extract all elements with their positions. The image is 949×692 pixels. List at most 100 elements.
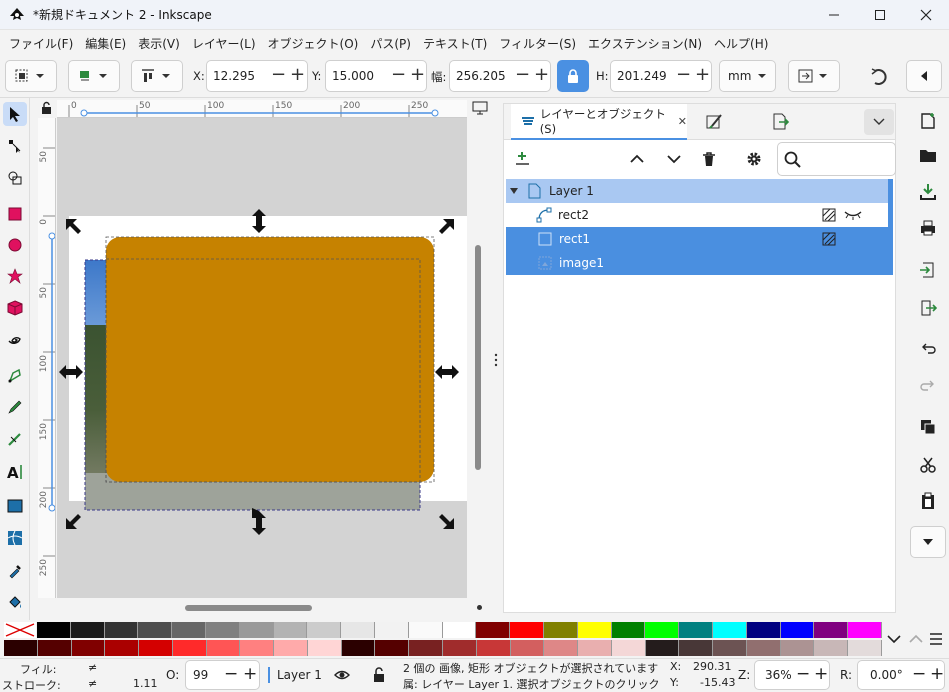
save-button[interactable] — [915, 179, 941, 205]
color-swatch[interactable] — [713, 622, 747, 638]
shape-builder-tool[interactable] — [3, 166, 27, 190]
color-swatch[interactable] — [172, 622, 206, 638]
clip-icon[interactable] — [822, 208, 836, 222]
height-increment-button[interactable]: + — [695, 66, 710, 84]
pen-tool[interactable] — [3, 363, 27, 387]
menu-text[interactable]: テキスト(T) — [417, 35, 493, 52]
color-swatch[interactable] — [780, 640, 815, 656]
color-swatch[interactable] — [104, 622, 139, 638]
snap-toggle[interactable] — [869, 68, 889, 86]
color-swatch[interactable] — [307, 640, 342, 656]
pencil-tool[interactable] — [3, 395, 27, 419]
clip-icon[interactable] — [822, 232, 836, 246]
color-swatch[interactable] — [578, 640, 612, 656]
tab-fill-stroke[interactable] — [704, 112, 724, 132]
gradient-tool[interactable] — [3, 494, 27, 518]
spiral-tool[interactable] — [3, 328, 27, 352]
rotation-decrement-button[interactable]: − — [912, 664, 926, 684]
canvas-lock-toggle[interactable] — [40, 101, 54, 115]
color-swatch[interactable] — [510, 622, 544, 638]
rect1-object[interactable] — [105, 236, 435, 483]
color-swatch[interactable] — [544, 640, 579, 656]
color-swatch[interactable] — [814, 622, 849, 638]
menu-view[interactable]: 表示(V) — [132, 35, 186, 52]
color-swatch[interactable] — [375, 622, 409, 638]
color-swatch[interactable] — [138, 622, 173, 638]
color-swatch[interactable] — [4, 640, 38, 656]
node-tool[interactable] — [3, 134, 27, 158]
dropper-tool[interactable] — [3, 559, 27, 583]
undo-button[interactable] — [915, 336, 941, 362]
color-swatch[interactable] — [746, 622, 781, 638]
eye-closed-icon[interactable] — [844, 210, 862, 220]
raise-button[interactable] — [629, 152, 645, 166]
horizontal-ruler[interactable]: 0 50 100 150 200 250 — [57, 100, 467, 118]
color-swatch[interactable] — [70, 622, 105, 638]
color-swatch[interactable] — [409, 640, 443, 656]
vertical-scrollbar[interactable] — [475, 245, 481, 470]
color-swatch[interactable] — [746, 640, 781, 656]
delete-button[interactable] — [701, 151, 717, 167]
menu-edit[interactable]: 編集(E) — [79, 35, 132, 52]
menu-path[interactable]: パス(P) — [364, 35, 417, 52]
color-swatch[interactable] — [848, 640, 882, 656]
color-swatch[interactable] — [274, 640, 308, 656]
transform-options-dropdown[interactable] — [68, 60, 120, 92]
menu-filter[interactable]: フィルター(S) — [493, 35, 582, 52]
print-button[interactable] — [915, 215, 941, 241]
color-swatch[interactable] — [443, 640, 477, 656]
color-swatch[interactable] — [713, 640, 747, 656]
canvas-viewport[interactable] — [57, 118, 467, 598]
close-button[interactable] — [903, 0, 949, 30]
color-swatch[interactable] — [105, 640, 140, 656]
align-dropdown[interactable] — [131, 60, 183, 92]
selector-tool[interactable] — [3, 102, 27, 126]
minimize-button[interactable] — [811, 0, 857, 30]
3d-box-tool[interactable] — [3, 296, 27, 320]
color-swatch[interactable] — [172, 640, 207, 656]
current-layer[interactable]: Layer 1 — [277, 668, 322, 682]
width-decrement-button[interactable]: − — [515, 66, 530, 84]
no-paint-swatch[interactable] — [4, 622, 36, 638]
color-swatch[interactable] — [814, 640, 849, 656]
new-document-button[interactable] — [915, 108, 941, 134]
menu-object[interactable]: オブジェクト(O) — [262, 35, 365, 52]
tree-row-image1[interactable]: image1 — [506, 251, 890, 275]
stroke-indicator[interactable]: ≠ — [88, 677, 97, 690]
color-swatch[interactable] — [577, 622, 612, 638]
open-button[interactable] — [915, 142, 941, 168]
opacity-increment-button[interactable]: + — [243, 664, 257, 684]
color-swatch[interactable] — [645, 622, 680, 638]
panel-resize-handle[interactable] — [494, 353, 498, 367]
more-commands-button[interactable] — [910, 526, 946, 558]
display-mode-toggle[interactable] — [472, 101, 488, 115]
toggle-commands-button[interactable] — [906, 60, 942, 92]
paint-bucket-tool[interactable] — [3, 590, 27, 614]
y-decrement-button[interactable]: − — [391, 66, 406, 84]
opacity-decrement-button[interactable]: − — [224, 664, 238, 684]
rectangle-tool[interactable] — [3, 202, 27, 226]
color-swatch[interactable] — [71, 640, 106, 656]
x-increment-button[interactable]: + — [290, 66, 305, 84]
color-swatch[interactable] — [239, 622, 274, 638]
cut-button[interactable] — [915, 452, 941, 478]
color-swatch[interactable] — [544, 622, 578, 638]
color-swatch[interactable] — [37, 622, 71, 638]
panel-menu-button[interactable] — [864, 109, 894, 135]
eye-icon[interactable] — [334, 669, 350, 681]
color-swatch[interactable] — [476, 622, 511, 638]
zoom-increment-button[interactable]: + — [814, 664, 828, 684]
tree-row-layer1[interactable]: Layer 1 — [506, 179, 890, 203]
palette-controls[interactable] — [886, 630, 942, 650]
maximize-button[interactable] — [857, 0, 903, 30]
menu-help[interactable]: ヘルプ(H) — [708, 35, 774, 52]
color-swatch[interactable] — [37, 640, 72, 656]
color-swatch[interactable] — [780, 622, 815, 638]
color-swatch[interactable] — [510, 640, 545, 656]
x-decrement-button[interactable]: − — [271, 66, 286, 84]
color-swatch[interactable] — [645, 640, 680, 656]
color-swatch[interactable] — [273, 622, 308, 638]
color-swatch[interactable] — [476, 640, 511, 656]
y-increment-button[interactable]: + — [410, 66, 425, 84]
star-tool[interactable] — [3, 264, 27, 288]
